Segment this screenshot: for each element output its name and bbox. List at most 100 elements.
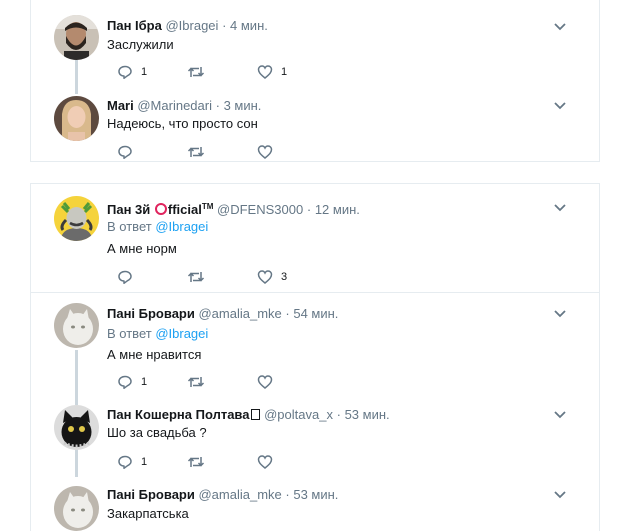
reply-icon: [118, 145, 132, 160]
display-name[interactable]: Пані Бровари: [107, 487, 195, 502]
heart-icon: [257, 375, 273, 389]
card-separator: [0, 162, 625, 183]
tweet[interactable]: Пані Бровари @amalia_mke · 54 мин. В отв…: [31, 293, 599, 400]
tweet[interactable]: Пан 3й fficialTM @DFENS3000 · 12 мин. В …: [31, 184, 599, 292]
like-button[interactable]: [257, 453, 281, 471]
timestamp[interactable]: 54 мин.: [293, 306, 338, 321]
like-button[interactable]: 3: [257, 268, 287, 286]
chevron-down-icon[interactable]: [553, 490, 567, 500]
conversation-card-2: Пан 3й fficialTM @DFENS3000 · 12 мин. В …: [30, 183, 600, 531]
tweet-text: Заслужили: [107, 37, 174, 52]
avatar-blonde-woman-icon: [54, 96, 99, 141]
tweet-header: Пан 3й fficialTM @DFENS3000 · 12 мин.: [107, 199, 360, 218]
retweet-icon: [187, 147, 205, 157]
tweet-text: А мне нравится: [107, 347, 202, 362]
heart-icon: [257, 270, 273, 284]
display-name[interactable]: Пан Кошерна Полтава: [107, 407, 261, 422]
timestamp[interactable]: 3 мин.: [224, 98, 262, 113]
retweet-button[interactable]: [187, 373, 213, 391]
avatar[interactable]: [54, 15, 99, 60]
timestamp[interactable]: 4 мин.: [230, 18, 268, 33]
avatar[interactable]: [54, 96, 99, 141]
reply-icon: [118, 375, 132, 390]
tweet-header: Пан Кошерна Полтава @poltava_x · 53 мин.: [107, 407, 390, 423]
retweet-button[interactable]: [187, 63, 213, 81]
reply-context: В ответ @Ibragei: [107, 219, 209, 234]
like-count: 3: [281, 271, 288, 283]
tweet[interactable]: Пані Бровари @amalia_mke · 53 мин. Закар…: [31, 480, 599, 531]
reply-count: 1: [141, 456, 148, 468]
reply-count: 1: [141, 376, 148, 388]
reply-icon: [118, 270, 132, 285]
avatar[interactable]: [54, 196, 99, 241]
conversation-card-1: Пан Ібра @Ibragei · 4 мин. Заслужили 1 1: [30, 0, 600, 162]
tweet-text: Закарпатська: [107, 506, 189, 521]
retweet-icon: [187, 377, 205, 387]
like-button[interactable]: [257, 373, 281, 391]
retweet-icon: [187, 457, 205, 467]
heart-icon: [257, 455, 273, 469]
username[interactable]: @DFENS3000: [217, 202, 303, 217]
avatar[interactable]: [54, 486, 99, 531]
chevron-down-icon[interactable]: [553, 410, 567, 420]
reply-button[interactable]: 1: [117, 373, 147, 391]
chevron-down-icon[interactable]: [553, 22, 567, 32]
timestamp[interactable]: 12 мин.: [315, 202, 360, 217]
retweet-button[interactable]: [187, 268, 213, 286]
separator: ·: [306, 202, 312, 217]
reply-context: В ответ @Ibragei: [107, 326, 209, 341]
reply-count: 1: [141, 66, 148, 78]
retweet-button[interactable]: [187, 453, 213, 471]
display-name[interactable]: Пан 3й fficialTM: [107, 202, 213, 217]
unsupported-emoji-icon: [251, 409, 261, 420]
like-button[interactable]: [257, 143, 281, 161]
reply-icon: [118, 65, 132, 80]
username[interactable]: @Ibragei: [165, 18, 218, 33]
tweet-text: А мне норм: [107, 241, 177, 256]
username[interactable]: @amalia_mke: [198, 306, 281, 321]
tweet[interactable]: Пан Ібра @Ibragei · 4 мин. Заслужили 1 1: [31, 0, 599, 88]
retweet-icon: [187, 272, 205, 282]
tweet-header: Пані Бровари @amalia_mke · 54 мин.: [107, 306, 338, 322]
display-name[interactable]: Пані Бровари: [107, 306, 195, 321]
red-o-logo-icon: [154, 203, 167, 215]
tweet[interactable]: Mari @Marinedari · 3 мин. Надеюсь, что п…: [31, 88, 599, 162]
chevron-down-icon[interactable]: [553, 203, 567, 213]
like-button[interactable]: 1: [257, 63, 287, 81]
avatar-bearded-man-icon: [54, 15, 99, 60]
mention-link[interactable]: @Ibragei: [155, 326, 208, 341]
display-name[interactable]: Mari: [107, 98, 134, 113]
retweet-button[interactable]: [187, 143, 213, 161]
separator: ·: [285, 487, 290, 502]
avatar-cartoon-cossack-icon: [54, 196, 99, 241]
tweet-text: Шо за свадьба ?: [107, 425, 207, 440]
username[interactable]: @poltava_x: [264, 407, 333, 422]
retweet-icon: [187, 67, 205, 77]
like-count: 1: [281, 66, 288, 78]
username[interactable]: @amalia_mke: [198, 487, 281, 502]
avatar[interactable]: [54, 405, 99, 450]
reply-button[interactable]: 1: [117, 63, 147, 81]
avatar[interactable]: [54, 303, 99, 348]
chevron-down-icon[interactable]: [553, 309, 567, 319]
tweet[interactable]: Пан Кошерна Полтава @poltava_x · 53 мин.…: [31, 400, 599, 480]
timestamp[interactable]: 53 мин.: [293, 487, 338, 502]
reply-button[interactable]: 1: [117, 453, 147, 471]
chevron-down-icon[interactable]: [553, 101, 567, 111]
reply-icon: [118, 455, 132, 470]
separator: ·: [285, 306, 290, 321]
reply-button[interactable]: [117, 268, 141, 286]
display-name[interactable]: Пан Ібра: [107, 18, 162, 33]
tweet-header: Пані Бровари @amalia_mke · 53 мин.: [107, 487, 338, 503]
username[interactable]: @Marinedari: [137, 98, 212, 113]
separator: ·: [222, 18, 227, 33]
trademark-sign: TM: [201, 202, 214, 211]
reply-button[interactable]: [117, 143, 141, 161]
tweet-header: Mari @Marinedari · 3 мин.: [107, 98, 261, 114]
mention-link[interactable]: @Ibragei: [155, 219, 208, 234]
heart-icon: [257, 145, 273, 159]
tweet-header: Пан Ібра @Ibragei · 4 мин.: [107, 18, 268, 34]
timestamp[interactable]: 53 мин.: [345, 407, 390, 422]
avatar-white-cat-icon: [54, 303, 99, 348]
avatar-black-cat-icon: [54, 405, 99, 450]
